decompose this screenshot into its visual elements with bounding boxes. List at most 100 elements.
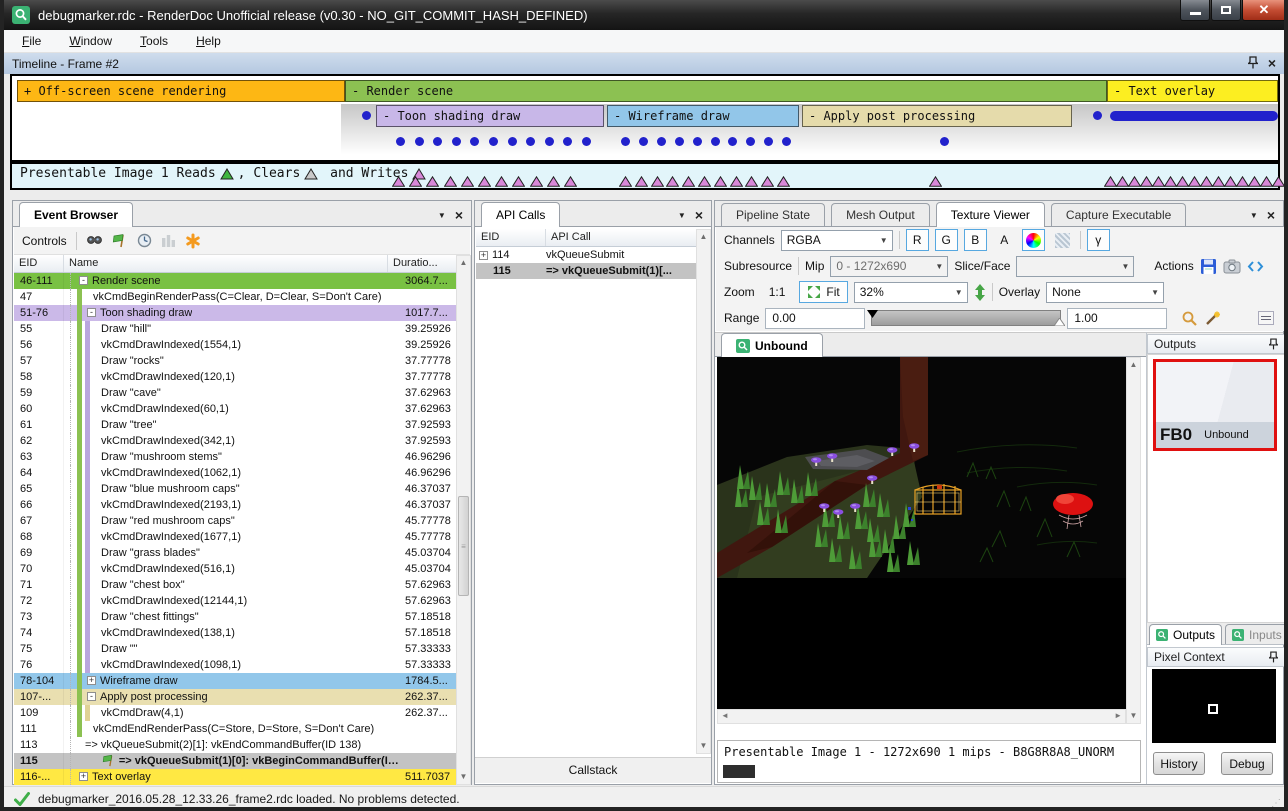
scroll-up-icon[interactable]: ▲ bbox=[457, 256, 470, 270]
tab-capture-executable[interactable]: Capture Executable bbox=[1051, 203, 1186, 226]
timeline-marker-bar[interactable]: - Wireframe draw bbox=[607, 105, 799, 127]
tab-unbound-texture[interactable]: Unbound bbox=[721, 333, 823, 357]
event-row[interactable]: 116-...+Text overlay511.7037 bbox=[14, 769, 457, 785]
scroll-down-icon[interactable]: ▼ bbox=[457, 770, 470, 784]
panel-menu-icon[interactable]: ▼ bbox=[1250, 211, 1258, 220]
menu-file[interactable]: File bbox=[22, 34, 41, 48]
event-row[interactable]: 68vkCmdDrawIndexed(1677,1)45.77778 bbox=[14, 529, 457, 545]
event-table-header[interactable]: EID Name Duratio... bbox=[14, 255, 457, 273]
menu-tools[interactable]: Tools bbox=[140, 34, 168, 48]
scroll-down-icon[interactable]: ▼ bbox=[697, 739, 710, 753]
api-row[interactable]: 115=> vkQueueSubmit(1)[... bbox=[476, 263, 696, 279]
open-in-shader-icon[interactable] bbox=[1247, 259, 1264, 274]
event-row[interactable]: 109vkCmdDraw(4,1)262.37... bbox=[14, 705, 457, 721]
timeline-close-icon[interactable]: × bbox=[1268, 58, 1276, 68]
fb0-thumbnail[interactable]: FB0 Unbound bbox=[1153, 359, 1277, 451]
event-browser-scrollbar[interactable]: ▲ ≡ ▼ bbox=[456, 255, 471, 785]
pin-icon[interactable] bbox=[1248, 56, 1258, 69]
viewport-vscroll[interactable]: ▲ ▼ bbox=[1126, 357, 1141, 724]
histogram-wand-icon[interactable] bbox=[1204, 310, 1221, 327]
event-row[interactable]: 76vkCmdDrawIndexed(1098,1)57.33333 bbox=[14, 657, 457, 673]
event-row[interactable]: 71Draw "chest box"57.62963 bbox=[14, 577, 457, 593]
event-row[interactable]: 55Draw "hill"39.25926 bbox=[14, 321, 457, 337]
scroll-up-icon[interactable]: ▲ bbox=[697, 230, 710, 244]
minimize-button[interactable] bbox=[1180, 0, 1210, 21]
panel-menu-icon[interactable]: ▼ bbox=[678, 211, 686, 220]
menu-window[interactable]: Window bbox=[69, 34, 112, 48]
range-black-handle[interactable] bbox=[867, 310, 878, 318]
event-row[interactable]: 63Draw "mushroom stems"46.96296 bbox=[14, 449, 457, 465]
range-white-handle[interactable] bbox=[1054, 318, 1065, 326]
tab-mesh-output[interactable]: Mesh Output bbox=[831, 203, 930, 226]
tab-outputs[interactable]: Outputs bbox=[1149, 624, 1222, 645]
viewport-hscroll[interactable]: ◄ ► bbox=[717, 709, 1126, 724]
api-row[interactable]: +114vkQueueSubmit bbox=[476, 247, 696, 263]
zoom-1to1-button[interactable]: 1:1 bbox=[761, 281, 794, 303]
tab-texture-viewer[interactable]: Texture Viewer bbox=[936, 202, 1045, 227]
event-row[interactable]: 57Draw "rocks"37.77778 bbox=[14, 353, 457, 369]
channels-combo[interactable]: RGBA▼ bbox=[781, 230, 893, 251]
event-row[interactable]: 69Draw "grass blades"45.03704 bbox=[14, 545, 457, 561]
time-draws-icon[interactable] bbox=[137, 233, 152, 248]
close-button[interactable]: ✕ bbox=[1242, 0, 1286, 21]
mip-combo[interactable]: 0 - 1272x690▼ bbox=[830, 256, 948, 277]
duration-columns-icon[interactable] bbox=[161, 233, 176, 248]
expand-icon[interactable]: + bbox=[87, 676, 96, 685]
event-row[interactable]: 59Draw "cave"37.62963 bbox=[14, 385, 457, 401]
find-icon[interactable] bbox=[86, 233, 103, 248]
scroll-up-icon[interactable]: ▲ bbox=[1127, 358, 1140, 372]
color-wheel-toggle[interactable] bbox=[1022, 229, 1045, 251]
event-row[interactable]: 65Draw "blue mushroom caps"46.37037 bbox=[14, 481, 457, 497]
channel-g-toggle[interactable]: G bbox=[935, 229, 958, 251]
flip-y-icon[interactable] bbox=[974, 284, 986, 301]
overlay-combo[interactable]: None▼ bbox=[1046, 282, 1164, 303]
panel-menu-icon[interactable]: ▼ bbox=[438, 211, 446, 220]
api-table-header[interactable]: EID API Call bbox=[476, 229, 696, 247]
channel-a-toggle[interactable]: A bbox=[993, 229, 1016, 251]
collapse-icon[interactable]: - bbox=[87, 692, 96, 701]
checkerboard-toggle[interactable] bbox=[1051, 229, 1074, 251]
save-icon[interactable] bbox=[1200, 258, 1217, 275]
event-row[interactable]: 46-111-Render scene3064.7... bbox=[14, 273, 457, 289]
event-row[interactable]: 64vkCmdDrawIndexed(1062,1)46.96296 bbox=[14, 465, 457, 481]
range-detail-toggle[interactable] bbox=[1258, 311, 1274, 325]
event-row[interactable]: 73Draw "chest fittings"57.18518 bbox=[14, 609, 457, 625]
event-row[interactable]: 107-...-Apply post processing262.37... bbox=[14, 689, 457, 705]
tab-api-calls[interactable]: API Calls bbox=[481, 202, 560, 227]
resize-grip[interactable]: ⋰ bbox=[1271, 798, 1282, 809]
bookmark-star-icon[interactable] bbox=[185, 233, 201, 249]
collapse-icon[interactable]: - bbox=[79, 276, 88, 285]
jump-to-flag-icon[interactable] bbox=[112, 233, 128, 248]
maximize-button[interactable] bbox=[1211, 0, 1241, 21]
timeline-marker-bar[interactable]: + Off-screen scene rendering bbox=[17, 80, 345, 102]
history-button[interactable]: History bbox=[1153, 752, 1205, 775]
event-row[interactable]: 60vkCmdDrawIndexed(60,1)37.62963 bbox=[14, 401, 457, 417]
tab-pipeline-state[interactable]: Pipeline State bbox=[721, 203, 825, 226]
scrollbar-thumb[interactable]: ≡ bbox=[458, 496, 469, 596]
collapse-icon[interactable]: - bbox=[87, 308, 96, 317]
event-row[interactable]: 61Draw "tree"37.92593 bbox=[14, 417, 457, 433]
pixel-context-view[interactable] bbox=[1152, 669, 1276, 743]
channel-b-toggle[interactable]: B bbox=[964, 229, 987, 251]
zoom-combo[interactable]: 32%▼ bbox=[854, 282, 968, 303]
timeline-marker-bar[interactable]: - Text overlay bbox=[1107, 80, 1278, 102]
event-row[interactable]: 62vkCmdDrawIndexed(342,1)37.92593 bbox=[14, 433, 457, 449]
panel-close-icon[interactable]: × bbox=[1267, 210, 1275, 220]
save-image-icon[interactable] bbox=[1223, 259, 1241, 274]
menu-help[interactable]: Help bbox=[196, 34, 221, 48]
pin-icon[interactable] bbox=[1269, 651, 1278, 663]
panel-close-icon[interactable]: × bbox=[455, 210, 463, 220]
expand-icon[interactable]: + bbox=[79, 772, 88, 781]
autofit-range-icon[interactable] bbox=[1181, 310, 1198, 327]
texture-viewport[interactable]: ◄ ► bbox=[717, 357, 1126, 724]
expand-icon[interactable]: + bbox=[479, 251, 488, 260]
event-row[interactable]: 75Draw ""57.33333 bbox=[14, 641, 457, 657]
event-row[interactable]: 58vkCmdDrawIndexed(120,1)37.77778 bbox=[14, 369, 457, 385]
api-calls-scrollbar[interactable]: ▲ ▼ bbox=[696, 229, 711, 754]
fit-button[interactable]: Fit bbox=[799, 281, 847, 303]
event-row[interactable]: 66vkCmdDrawIndexed(2193,1)46.37037 bbox=[14, 497, 457, 513]
pin-icon[interactable] bbox=[1269, 338, 1278, 350]
tab-inputs[interactable]: Inputs bbox=[1225, 624, 1288, 644]
event-row[interactable]: 111vkCmdEndRenderPass(C=Store, D=Store, … bbox=[14, 721, 457, 737]
timeline-marker-bar[interactable]: - Toon shading draw bbox=[376, 105, 604, 127]
